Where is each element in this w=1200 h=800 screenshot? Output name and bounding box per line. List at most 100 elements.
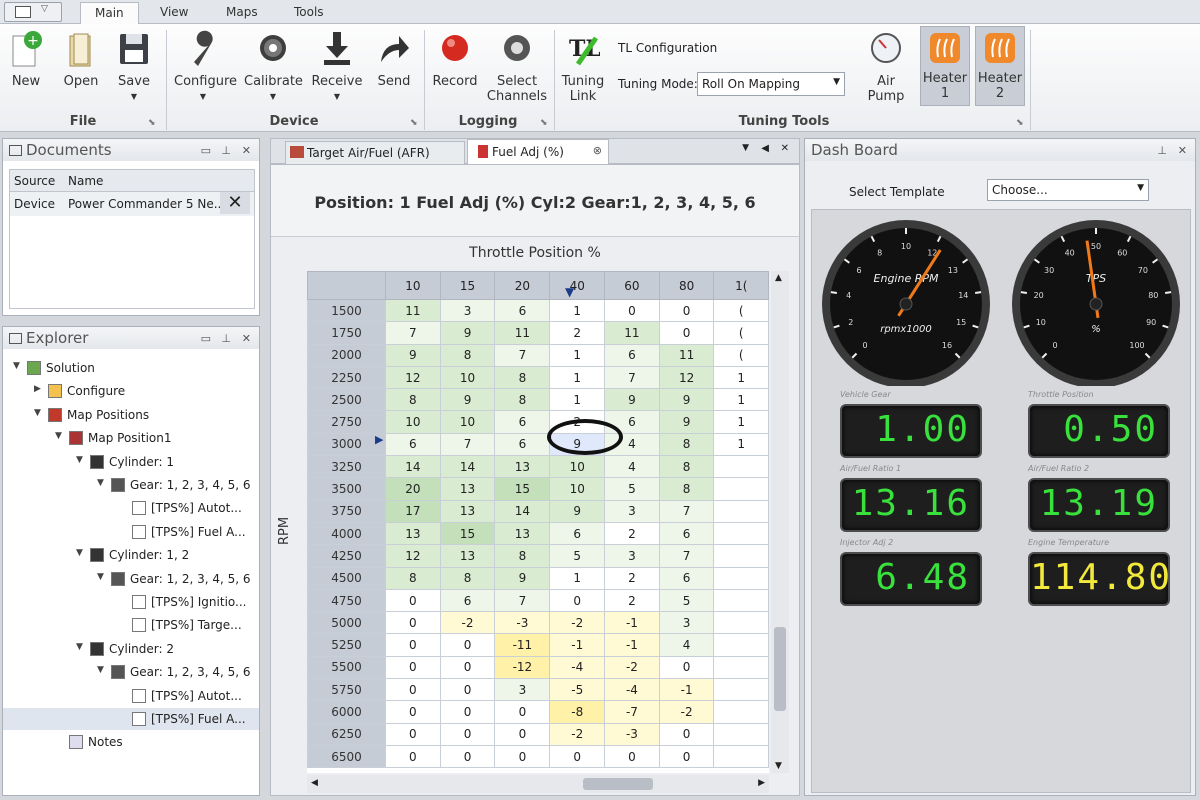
map-row-header[interactable]: 1750 [307,321,386,345]
map-cell[interactable]: 5 [549,544,606,568]
map-column-header[interactable]: 1( [713,271,769,300]
tab-view[interactable]: View [146,2,202,24]
tree-node[interactable]: ▼ Solution [3,357,259,379]
receive-button[interactable]: Receive ▼ [310,30,364,104]
pin-icon[interactable]: ⊥ [221,328,231,350]
map-cell[interactable] [713,477,769,501]
map-cell[interactable]: 0 [439,655,496,680]
tree-node[interactable]: ▼ Map Position1 [3,427,259,449]
expand-arrow-icon[interactable]: ▼ [97,478,104,488]
map-cell[interactable]: 9 [658,388,715,412]
tab-main[interactable]: Main [80,2,139,24]
map-cell[interactable]: 0 [549,744,606,769]
map-cell[interactable]: 3 [658,611,715,635]
map-cell[interactable]: 9 [494,566,551,590]
map-cell[interactable]: 7 [494,588,551,613]
map-cell[interactable]: 6 [494,298,551,323]
map-cell[interactable]: 13 [494,521,551,546]
map-cell[interactable]: 15 [494,477,551,501]
configure-button[interactable]: Configure ▼ [174,30,237,104]
map-row-header[interactable]: 4250 [307,544,386,568]
map-cell[interactable] [713,700,769,724]
map-cell[interactable]: -2 [549,722,606,746]
collapse-arrow-icon[interactable]: ▶ [34,384,41,394]
map-cell[interactable] [713,521,769,546]
horizontal-scroll-thumb[interactable] [583,778,653,790]
tree-node[interactable]: ▼ Cylinder: 1 [3,451,259,473]
map-cell[interactable]: 8 [658,477,715,501]
map-cell[interactable]: 8 [385,388,441,412]
map-cell[interactable]: -3 [494,611,551,635]
map-cell[interactable]: 7 [494,343,551,367]
close-icon[interactable]: ✕ [242,328,251,350]
map-cell[interactable]: -12 [494,655,551,680]
map-cell[interactable]: 12 [385,544,441,568]
map-cell[interactable]: 0 [604,744,660,769]
map-cell[interactable]: 0 [494,700,551,724]
map-cell[interactable]: 0 [385,611,441,635]
map-cell[interactable] [713,655,769,680]
application-menu-button[interactable]: ▽ [4,2,62,22]
tree-node[interactable]: [TPS%] Ignitio... [3,591,259,613]
col-source[interactable]: Source [14,174,55,188]
vertical-scrollbar[interactable]: ▲ ▼ [771,271,789,773]
map-row-header[interactable]: 5750 [307,678,386,702]
map-cell[interactable]: 11 [385,298,441,323]
map-cell[interactable]: ( [713,343,769,367]
expand-arrow-icon[interactable]: ▼ [34,408,41,418]
map-row-header[interactable]: 5500 [307,655,386,680]
map-cell[interactable]: 17 [385,499,441,523]
close-icon[interactable]: ✕ [242,140,251,162]
map-cell[interactable] [713,722,769,746]
expand-arrow-icon[interactable]: ▼ [76,455,83,465]
map-cell[interactable] [713,678,769,702]
record-button[interactable]: Record [430,30,480,89]
map-column-header[interactable]: 80 [658,271,715,300]
map-cell[interactable]: 11 [604,321,660,345]
map-cell[interactable]: 0 [439,722,496,746]
map-cell[interactable]: 6 [658,566,715,590]
map-cell[interactable] [713,588,769,613]
air-pump-button[interactable]: Air Pump [858,30,914,104]
pin-icon[interactable]: ⊥ [1157,140,1167,162]
map-cell[interactable]: 13 [385,521,441,546]
map-cell[interactable]: -1 [658,678,715,702]
map-cell[interactable]: 1 [713,410,769,434]
map-cell[interactable]: 0 [439,678,496,702]
map-cell[interactable]: 9 [439,321,496,345]
map-cell[interactable]: 13 [494,455,551,479]
map-cell[interactable]: 0 [385,588,441,613]
map-cell[interactable]: 8 [439,566,496,590]
map-cell[interactable]: -2 [658,700,715,724]
map-row-header[interactable]: 2750 [307,410,386,434]
map-cell[interactable]: 9 [439,388,496,412]
map-cell[interactable]: 1 [549,343,606,367]
map-cell[interactable] [713,633,769,657]
tl-configuration-link[interactable]: TL Configuration [618,41,717,55]
map-cell[interactable]: ( [713,298,769,323]
close-icon[interactable]: ✕ [1178,140,1187,162]
map-column-header[interactable]: 60 [604,271,660,300]
map-cell[interactable] [713,455,769,479]
close-tab-icon[interactable]: ⊗ [593,144,602,157]
group-launcher-icon[interactable]: ⬊ [1016,118,1024,128]
close-document-icon[interactable]: ✕ [781,143,789,154]
map-cell[interactable]: 7 [385,321,441,345]
map-cell[interactable]: 0 [439,744,496,769]
map-cell[interactable]: -4 [549,655,606,680]
map-cell[interactable] [713,544,769,568]
map-cell[interactable]: -7 [604,700,660,724]
tree-node[interactable]: [TPS%] Fuel A... [3,521,259,543]
map-row-header[interactable]: 5000 [307,611,386,635]
map-row-header[interactable]: 2000 [307,343,386,367]
tab-fuel-adj[interactable]: Fuel Adj (%) ⊗ [467,139,609,165]
map-cell[interactable]: -1 [604,611,660,635]
map-cell[interactable] [713,744,769,769]
tab-tools[interactable]: Tools [280,2,338,24]
map-row-header[interactable]: 4500 [307,566,386,590]
map-column-header[interactable]: 40 [549,271,606,300]
map-cell[interactable]: 6 [658,521,715,546]
map-cell[interactable]: 7 [439,432,496,457]
map-cell[interactable]: 0 [658,655,715,680]
map-cell[interactable]: -11 [494,633,551,657]
